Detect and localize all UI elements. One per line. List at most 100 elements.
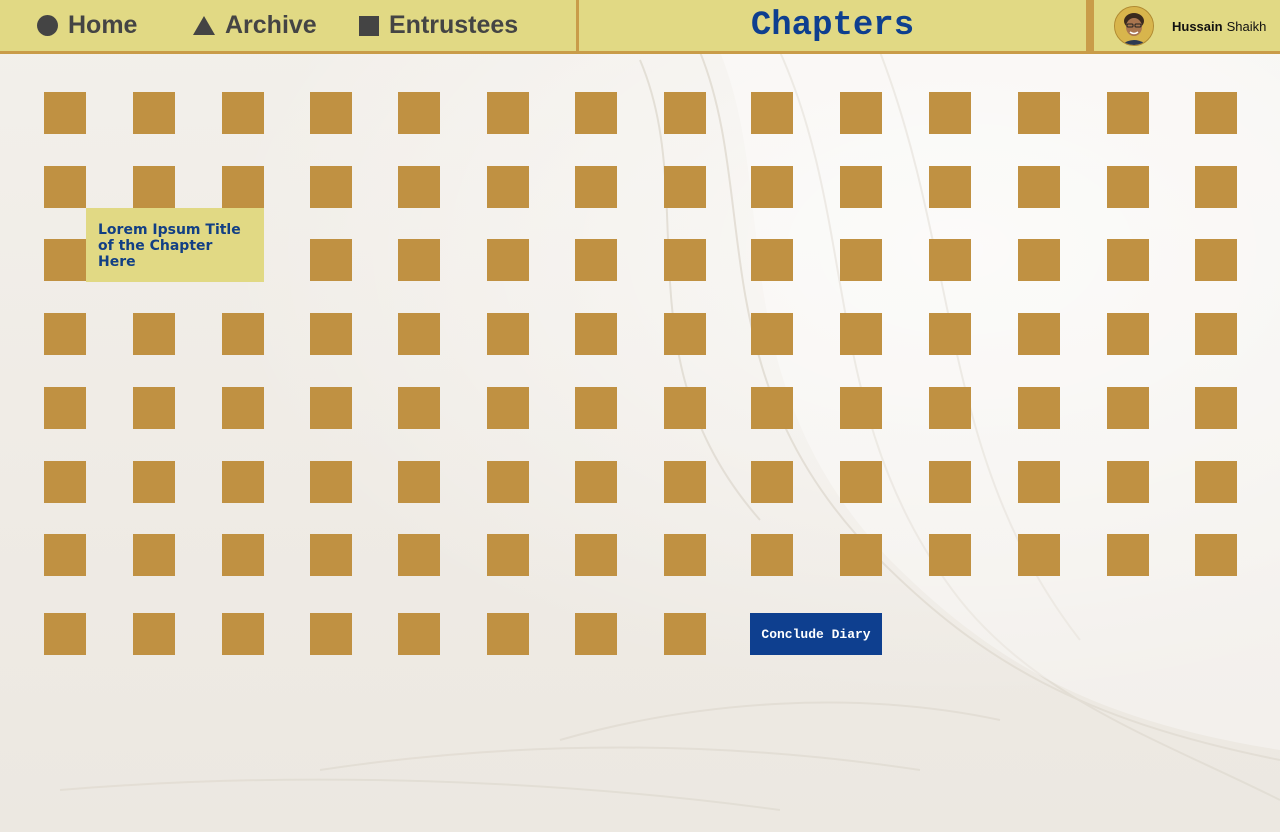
chapter-tile[interactable] <box>44 461 86 503</box>
chapter-tile[interactable] <box>751 239 793 281</box>
chapter-tile[interactable] <box>751 166 793 208</box>
chapter-tile[interactable] <box>44 239 86 281</box>
chapter-tile[interactable] <box>133 387 175 429</box>
chapter-tile[interactable] <box>133 461 175 503</box>
chapter-tile[interactable] <box>487 461 529 503</box>
chapter-tile[interactable] <box>929 461 971 503</box>
chapter-tile[interactable] <box>222 613 264 655</box>
chapter-tile[interactable] <box>840 387 882 429</box>
chapter-tile[interactable] <box>575 387 617 429</box>
chapter-tile[interactable] <box>840 166 882 208</box>
chapter-tile[interactable] <box>44 613 86 655</box>
chapter-tile[interactable] <box>840 92 882 134</box>
chapter-tile[interactable] <box>310 239 352 281</box>
chapter-tile[interactable] <box>1195 313 1237 355</box>
chapter-tile[interactable] <box>840 461 882 503</box>
chapter-tile[interactable] <box>575 534 617 576</box>
chapter-tile[interactable] <box>1107 461 1149 503</box>
chapter-tile[interactable] <box>664 313 706 355</box>
chapter-tile[interactable] <box>929 534 971 576</box>
avatar[interactable] <box>1114 6 1154 46</box>
chapter-tile[interactable] <box>751 461 793 503</box>
chapter-tile[interactable] <box>222 313 264 355</box>
chapter-tile[interactable] <box>575 313 617 355</box>
chapter-tile[interactable] <box>222 461 264 503</box>
chapter-tile[interactable] <box>664 461 706 503</box>
conclude-diary-button[interactable]: Conclude Diary <box>750 613 882 655</box>
chapter-tile[interactable] <box>44 166 86 208</box>
chapter-tile[interactable] <box>1018 461 1060 503</box>
chapter-tile[interactable] <box>398 92 440 134</box>
chapter-tile[interactable] <box>398 534 440 576</box>
nav-item-home[interactable]: Home <box>37 0 137 51</box>
chapter-tile[interactable] <box>1018 166 1060 208</box>
chapter-tile[interactable] <box>310 613 352 655</box>
chapter-tile[interactable] <box>1195 387 1237 429</box>
chapter-tile[interactable] <box>310 166 352 208</box>
chapter-tile[interactable] <box>222 166 264 208</box>
chapter-tile[interactable] <box>929 313 971 355</box>
chapter-tile[interactable] <box>222 387 264 429</box>
chapter-tile[interactable] <box>133 534 175 576</box>
chapter-tile[interactable] <box>664 387 706 429</box>
chapter-tile[interactable] <box>310 92 352 134</box>
chapter-tile[interactable] <box>310 461 352 503</box>
chapter-tile[interactable] <box>1107 313 1149 355</box>
chapter-tile[interactable] <box>310 387 352 429</box>
chapter-tile[interactable] <box>1107 534 1149 576</box>
chapter-tile[interactable] <box>751 92 793 134</box>
chapter-tile[interactable] <box>1018 387 1060 429</box>
chapter-tile[interactable] <box>398 461 440 503</box>
chapter-tile[interactable] <box>44 387 86 429</box>
chapter-tile[interactable] <box>664 166 706 208</box>
chapter-tile[interactable] <box>1107 166 1149 208</box>
chapter-tile[interactable] <box>664 613 706 655</box>
nav-item-archive[interactable]: Archive <box>193 0 317 51</box>
chapter-tile[interactable] <box>487 387 529 429</box>
chapter-tile[interactable] <box>575 239 617 281</box>
chapter-tile[interactable] <box>1107 387 1149 429</box>
chapter-tile[interactable] <box>398 387 440 429</box>
chapter-tile[interactable] <box>929 387 971 429</box>
chapter-tile[interactable] <box>664 92 706 134</box>
chapter-tile[interactable] <box>1195 92 1237 134</box>
chapter-tile[interactable] <box>310 534 352 576</box>
chapter-tile[interactable] <box>133 166 175 208</box>
chapter-tile[interactable] <box>1018 92 1060 134</box>
chapter-tile[interactable] <box>487 613 529 655</box>
chapter-tile[interactable] <box>398 239 440 281</box>
chapter-tile[interactable] <box>44 534 86 576</box>
user-profile[interactable]: Hussain Shaikh <box>1114 6 1266 46</box>
chapter-tile[interactable] <box>751 313 793 355</box>
chapter-tile[interactable] <box>929 166 971 208</box>
chapter-tile[interactable] <box>44 313 86 355</box>
chapter-tile[interactable] <box>487 239 529 281</box>
chapter-tile[interactable] <box>1018 313 1060 355</box>
chapter-tile[interactable] <box>751 387 793 429</box>
chapter-tile[interactable] <box>1018 239 1060 281</box>
chapter-tile[interactable] <box>398 613 440 655</box>
chapter-tile[interactable] <box>575 613 617 655</box>
chapter-tile[interactable] <box>310 313 352 355</box>
chapter-tile[interactable] <box>398 166 440 208</box>
chapter-tile[interactable] <box>575 461 617 503</box>
chapter-tile[interactable] <box>133 613 175 655</box>
chapter-tile[interactable] <box>44 92 86 134</box>
chapter-tile[interactable] <box>1195 461 1237 503</box>
chapter-tile[interactable] <box>487 92 529 134</box>
chapter-tile[interactable] <box>1107 239 1149 281</box>
chapter-tile[interactable] <box>929 92 971 134</box>
chapter-tile[interactable] <box>222 92 264 134</box>
nav-item-entrustees[interactable]: Entrustees <box>359 0 518 51</box>
chapter-tile[interactable] <box>398 313 440 355</box>
chapter-tile[interactable] <box>487 166 529 208</box>
chapter-tile[interactable] <box>575 166 617 208</box>
chapter-tile[interactable] <box>929 239 971 281</box>
chapter-tile[interactable] <box>840 239 882 281</box>
chapter-tile[interactable] <box>1195 239 1237 281</box>
chapter-tile[interactable] <box>840 534 882 576</box>
chapter-tile[interactable] <box>664 534 706 576</box>
chapter-tile[interactable] <box>1195 534 1237 576</box>
chapter-tile[interactable] <box>487 534 529 576</box>
chapter-tile[interactable] <box>840 313 882 355</box>
